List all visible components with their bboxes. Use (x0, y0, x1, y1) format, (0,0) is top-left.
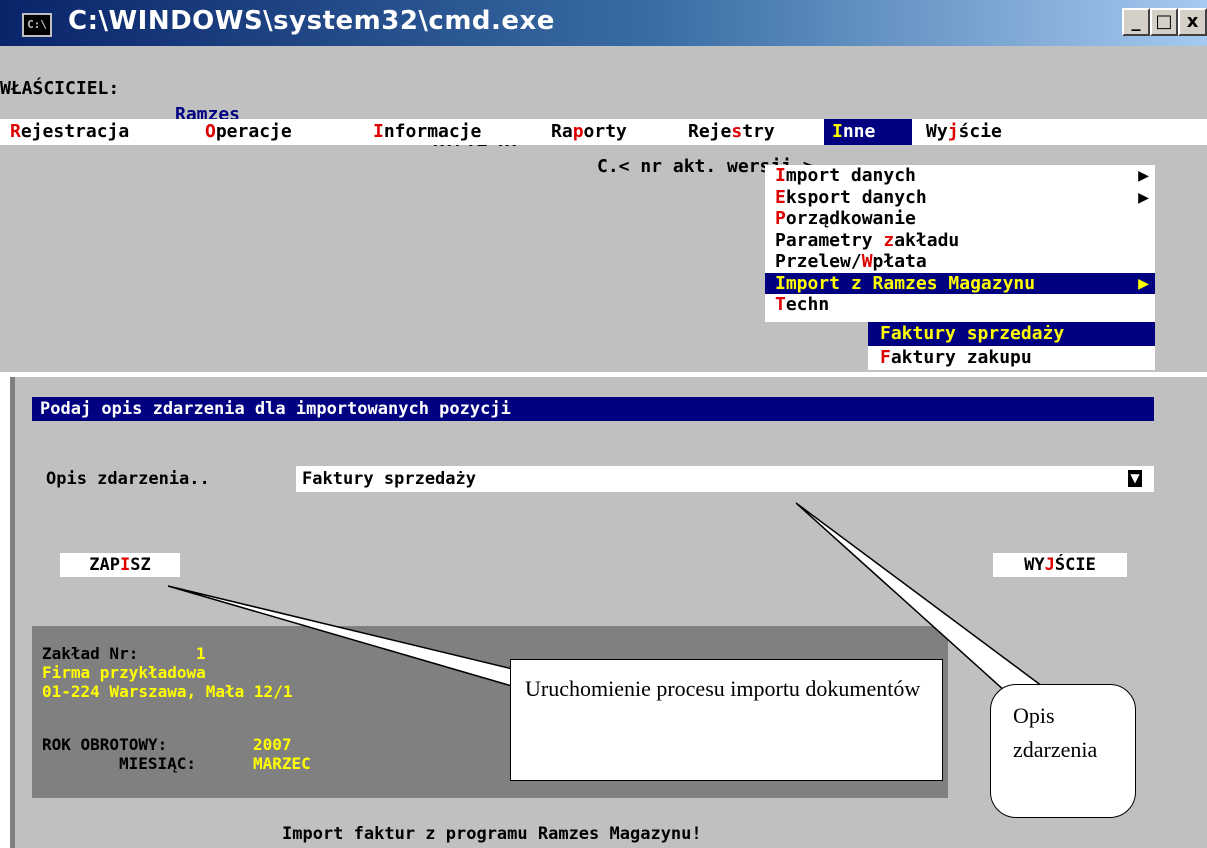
callout-event-description: Opis zdarzenia (990, 684, 1136, 818)
callout-desc-text: Opis zdarzenia (1013, 703, 1098, 762)
callout-import-process: Uruchomienie procesu importu dokumentów (510, 659, 943, 781)
callout-import-text: Uruchomienie procesu importu dokumentów (525, 676, 921, 701)
